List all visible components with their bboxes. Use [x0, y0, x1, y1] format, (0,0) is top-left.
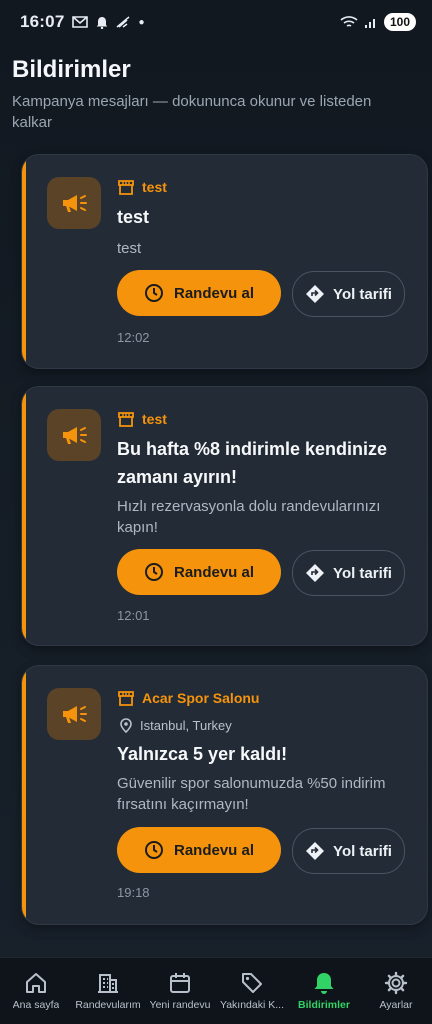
bottom-nav: Ana sayfa Randevularım Yeni randevu Yakı…: [0, 957, 432, 1024]
store-row: test: [118, 411, 167, 427]
notification-title: Bu hafta %8 indirimle kendinize zamanı a…: [117, 439, 388, 487]
notification-body: Güvenilir spor salonumuzda %50 indirim f…: [117, 775, 386, 813]
megaphone-icon: [47, 409, 101, 461]
store-row: Acar Spor Salonu: [118, 690, 259, 706]
store-icon: [118, 179, 134, 195]
directions-icon: [306, 285, 325, 303]
notification-card[interactable]: Acar Spor Salonu Istanbul, Turkey Yalnız…: [21, 665, 428, 925]
nav-item-settings[interactable]: Ayarlar: [360, 958, 432, 1024]
nav-item-home[interactable]: Ana sayfa: [0, 958, 72, 1024]
book-appointment-label: Randevu al: [173, 284, 255, 302]
store-icon: [118, 690, 134, 706]
store-name: test: [142, 411, 167, 427]
nav-label: Yeni randevu: [149, 999, 211, 1011]
megaphone-icon: [47, 688, 101, 740]
clock-icon: [144, 284, 163, 302]
wifi-icon: [340, 16, 358, 27]
notification-time: 12:02: [117, 330, 150, 345]
directions-button[interactable]: Yol tarifi: [292, 828, 405, 874]
no-signal-icon: [117, 16, 130, 28]
directions-label: Yol tarifi: [333, 842, 392, 860]
tag-icon: [242, 973, 262, 993]
location-pin-icon: [120, 718, 132, 733]
notification-time: 12:01: [117, 608, 150, 623]
status-time: 16:07: [20, 12, 65, 31]
bell-icon: [314, 973, 334, 994]
gear-icon: [384, 971, 408, 995]
location-text: Istanbul, Turkey: [140, 718, 232, 733]
megaphone-icon: [47, 177, 101, 229]
notification-body: test: [117, 240, 142, 257]
building-icon: [98, 974, 118, 993]
nav-label: Ana sayfa: [12, 999, 60, 1011]
signal-icon: [364, 19, 375, 28]
nav-label: Randevularım: [75, 999, 141, 1011]
status-bar: 16:07 ● 100: [0, 0, 432, 44]
notification-title: Yalnızca 5 yer kaldı!: [117, 744, 288, 764]
home-icon: [26, 973, 46, 993]
directions-button[interactable]: Yol tarifi: [292, 271, 405, 317]
nav-item-notifications[interactable]: Bildirimler: [288, 958, 360, 1024]
clock-icon: [144, 841, 163, 859]
calendar-icon: [170, 973, 190, 993]
location-row: Istanbul, Turkey: [120, 718, 232, 733]
bell-icon: [97, 16, 108, 29]
battery-indicator: 100: [383, 13, 416, 31]
book-appointment-button[interactable]: Randevu al: [117, 827, 281, 873]
directions-icon: [306, 564, 325, 582]
notification-title: test: [117, 207, 150, 227]
dot-icon: ●: [138, 16, 145, 28]
book-appointment-button[interactable]: Randevu al: [117, 549, 281, 595]
book-appointment-label: Randevu al: [173, 563, 255, 581]
notification-body: Hızlı rezervasyonla dolu randevularınızı…: [117, 498, 381, 536]
directions-button[interactable]: Yol tarifi: [292, 550, 405, 596]
status-notification-icons: ●: [72, 16, 145, 29]
nav-label: Yakındaki K...: [219, 999, 284, 1011]
notification-card[interactable]: test Bu hafta %8 indirimle kendinize zam…: [21, 386, 428, 646]
store-row: test: [118, 179, 167, 195]
book-appointment-label: Randevu al: [173, 841, 255, 859]
store-name: test: [142, 179, 167, 195]
nav-item-nearby[interactable]: Yakındaki K...: [216, 958, 288, 1024]
nav-item-new-appointment[interactable]: Yeni randevu: [144, 958, 216, 1024]
nav-item-appointments[interactable]: Randevularım: [72, 958, 144, 1024]
directions-icon: [306, 842, 325, 860]
clock-icon: [144, 563, 163, 581]
nav-label: Ayarlar: [379, 999, 413, 1011]
notification-time: 19:18: [117, 885, 150, 900]
page-title: Bildirimler: [12, 56, 131, 83]
nav-label: Bildirimler: [298, 999, 350, 1011]
directions-label: Yol tarifi: [333, 564, 392, 582]
store-name: Acar Spor Salonu: [142, 690, 260, 706]
mail-icon: [72, 16, 89, 28]
notification-card[interactable]: test test test Randevu al Yol tarifi 12:…: [21, 154, 428, 369]
book-appointment-button[interactable]: Randevu al: [117, 270, 281, 316]
directions-label: Yol tarifi: [333, 285, 392, 303]
store-icon: [118, 411, 134, 427]
page-subtitle: Kampanya mesajları — dokununca okunur ve…: [12, 93, 372, 131]
